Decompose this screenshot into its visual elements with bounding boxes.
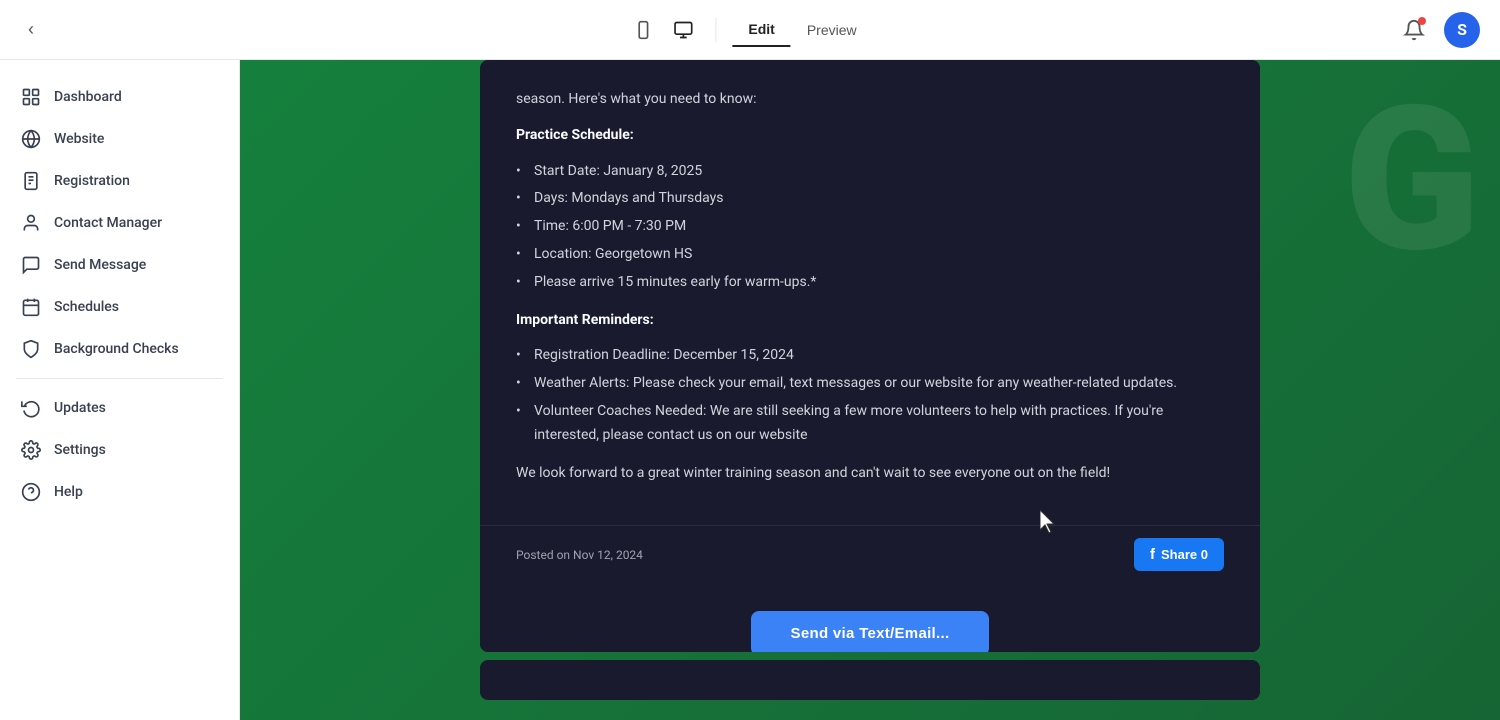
background-checks-icon	[20, 338, 42, 360]
help-icon	[20, 481, 42, 503]
contact-manager-label: Contact Manager	[54, 215, 162, 231]
practice-item-4: Location: Georgetown HS	[516, 243, 1224, 267]
topbar: ‹ Edit Preview	[0, 0, 1500, 60]
practice-item-1: Start Date: January 8, 2025	[516, 160, 1224, 184]
sidebar: Dashboard Website Registration	[0, 60, 240, 720]
registration-label: Registration	[54, 173, 130, 189]
notification-dot	[1418, 17, 1426, 25]
reminders-title: Important Reminders:	[516, 309, 1224, 333]
background-checks-label: Background Checks	[54, 341, 179, 357]
send-button-container: Send via Text/Email...	[480, 591, 1260, 652]
tab-preview[interactable]: Preview	[791, 13, 873, 47]
facebook-share-button[interactable]: f Share 0	[1134, 538, 1224, 571]
content-area: G season. Here's what you need to know: …	[240, 60, 1500, 720]
schedules-icon	[20, 296, 42, 318]
send-via-text-email-button[interactable]: Send via Text/Email...	[751, 611, 990, 652]
topbar-right: S	[1396, 12, 1480, 48]
facebook-icon: f	[1150, 546, 1155, 563]
schedules-label: Schedules	[54, 299, 119, 315]
sidebar-item-dashboard[interactable]: Dashboard	[0, 76, 239, 118]
send-message-icon	[20, 254, 42, 276]
article-footer: Posted on Nov 12, 2024 f Share 0	[480, 525, 1260, 591]
registration-icon	[20, 170, 42, 192]
website-icon	[20, 128, 42, 150]
reminders-list: Registration Deadline: December 15, 2024…	[516, 344, 1224, 447]
help-label: Help	[54, 484, 83, 500]
notification-button[interactable]	[1396, 12, 1432, 48]
article-card-secondary	[480, 660, 1260, 700]
bg-logo: G	[1344, 80, 1480, 280]
contact-manager-icon	[20, 212, 42, 234]
back-button[interactable]: ‹	[20, 11, 42, 48]
sidebar-item-schedules[interactable]: Schedules	[0, 286, 239, 328]
main-layout: Dashboard Website Registration	[0, 60, 1500, 720]
article-closing: We look forward to a great winter traini…	[516, 462, 1224, 486]
settings-label: Settings	[54, 442, 106, 458]
tab-edit[interactable]: Edit	[732, 13, 790, 47]
sidebar-divider	[16, 378, 223, 379]
website-label: Website	[54, 131, 104, 147]
device-icons	[627, 14, 699, 46]
desktop-device-icon[interactable]	[667, 14, 699, 46]
practice-item-5: Please arrive 15 minutes early for warm-…	[516, 271, 1224, 295]
send-message-label: Send Message	[54, 257, 146, 273]
practice-schedule-title: Practice Schedule:	[516, 124, 1224, 148]
sidebar-item-send-message[interactable]: Send Message	[0, 244, 239, 286]
article-card-main: season. Here's what you need to know: Pr…	[480, 60, 1260, 652]
topbar-center: Edit Preview	[627, 13, 872, 47]
sidebar-item-background-checks[interactable]: Background Checks	[0, 328, 239, 370]
updates-icon	[20, 397, 42, 419]
sidebar-item-settings[interactable]: Settings	[0, 429, 239, 471]
reminder-item-1: Registration Deadline: December 15, 2024	[516, 344, 1224, 368]
topbar-left: ‹	[20, 11, 42, 48]
settings-icon	[20, 439, 42, 461]
updates-label: Updates	[54, 400, 106, 416]
sidebar-item-updates[interactable]: Updates	[0, 387, 239, 429]
mobile-device-icon[interactable]	[627, 14, 659, 46]
posted-date: Posted on Nov 12, 2024	[516, 548, 643, 562]
sidebar-item-help[interactable]: Help	[0, 471, 239, 513]
reminder-item-2: Weather Alerts: Please check your email,…	[516, 372, 1224, 396]
practice-item-2: Days: Mondays and Thursdays	[516, 187, 1224, 211]
topbar-tabs: Edit Preview	[732, 13, 872, 47]
sidebar-item-registration[interactable]: Registration	[0, 160, 239, 202]
reminder-item-3: Volunteer Coaches Needed: We are still s…	[516, 400, 1224, 448]
topbar-divider	[715, 18, 716, 42]
practice-list: Start Date: January 8, 2025 Days: Monday…	[516, 160, 1224, 295]
sidebar-item-website[interactable]: Website	[0, 118, 239, 160]
fb-share-label: Share 0	[1161, 547, 1208, 562]
article-intro: season. Here's what you need to know:	[516, 88, 1224, 112]
sidebar-item-contact-manager[interactable]: Contact Manager	[0, 202, 239, 244]
dashboard-label: Dashboard	[54, 89, 122, 105]
practice-item-3: Time: 6:00 PM - 7:30 PM	[516, 215, 1224, 239]
dashboard-icon	[20, 86, 42, 108]
avatar[interactable]: S	[1444, 12, 1480, 48]
article-container[interactable]: season. Here's what you need to know: Pr…	[480, 60, 1260, 720]
article-body: season. Here's what you need to know: Pr…	[480, 60, 1260, 517]
